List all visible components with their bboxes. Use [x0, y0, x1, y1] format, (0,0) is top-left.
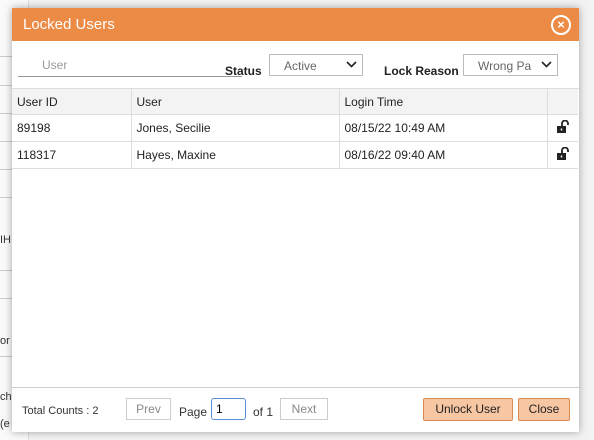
status-select-value: Active — [284, 59, 317, 73]
page-label: Page — [179, 405, 208, 419]
user-search-input[interactable] — [18, 54, 242, 77]
status-select[interactable]: Active — [269, 54, 363, 76]
locked-users-table: User ID User Login Time 89198 Jones, Sec… — [12, 89, 578, 169]
table-header-row: User ID User Login Time — [12, 89, 578, 115]
cell-user: Hayes, Maxine — [131, 141, 340, 169]
cell-user-id: 89198 — [12, 114, 132, 142]
filter-bar: Status Active Lock Reason Wrong Pa — [12, 41, 579, 89]
locked-users-table-container: User ID User Login Time 89198 Jones, Sec… — [12, 88, 579, 388]
cell-login-time: 08/16/22 09:40 AM — [339, 141, 548, 169]
page-of-label: of 1 — [253, 405, 274, 419]
close-icon[interactable]: × — [551, 15, 571, 35]
close-button[interactable]: Close — [518, 398, 570, 421]
column-header-action — [547, 89, 578, 115]
column-header-user[interactable]: User — [131, 89, 340, 115]
lock-reason-select[interactable]: Wrong Pa — [463, 54, 558, 76]
lock-reason-label: Lock Reason — [384, 64, 459, 78]
table-row[interactable]: 89198 Jones, Secilie 08/15/22 10:49 AM — [12, 114, 578, 142]
cell-login-time: 08/15/22 10:49 AM — [339, 114, 548, 142]
total-counts: Total Counts : 2 — [22, 405, 99, 417]
cell-user: Jones, Secilie — [131, 114, 340, 142]
dialog-header: Locked Users × — [12, 8, 579, 41]
dialog-footer: Total Counts : 2 Prev Page of 1 Next Unl… — [12, 387, 579, 432]
column-header-login-time[interactable]: Login Time — [339, 89, 548, 115]
chevron-down-icon — [541, 58, 552, 73]
column-header-user-id[interactable]: User ID — [12, 89, 132, 115]
unlock-icon[interactable] — [547, 114, 578, 142]
status-label: Status — [225, 64, 262, 78]
cell-user-id: 118317 — [12, 141, 132, 169]
unlock-icon[interactable] — [547, 141, 578, 169]
next-page-button[interactable]: Next — [280, 398, 328, 420]
table-row[interactable]: 118317 Hayes, Maxine 08/16/22 09:40 AM — [12, 141, 578, 169]
prev-page-button[interactable]: Prev — [126, 398, 171, 420]
lock-reason-select-value: Wrong Pa — [478, 59, 532, 73]
chevron-down-icon — [346, 58, 357, 73]
unlock-user-button[interactable]: Unlock User — [423, 398, 513, 421]
locked-users-dialog: Locked Users × Status Active Lock Reason… — [12, 8, 579, 432]
dialog-title: Locked Users — [23, 16, 115, 33]
page-number-input[interactable] — [211, 398, 246, 420]
